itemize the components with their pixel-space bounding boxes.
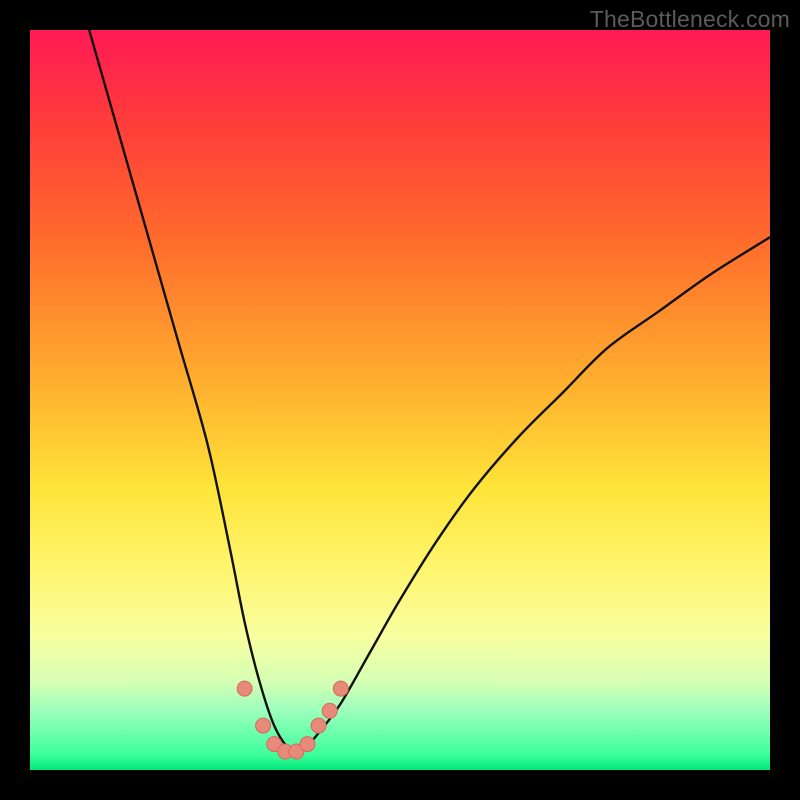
watermark-label: TheBottleneck.com (590, 6, 790, 33)
curve-layer (30, 30, 770, 770)
chart-frame: TheBottleneck.com (0, 0, 800, 800)
marker-dot (256, 718, 271, 733)
marker-dot (322, 703, 337, 718)
marker-dot (300, 737, 315, 752)
bottleneck-curve (89, 30, 770, 750)
marker-dot (237, 681, 252, 696)
plot-area (30, 30, 770, 770)
marker-dot (311, 718, 326, 733)
marker-group (237, 681, 348, 759)
marker-dot (333, 681, 348, 696)
